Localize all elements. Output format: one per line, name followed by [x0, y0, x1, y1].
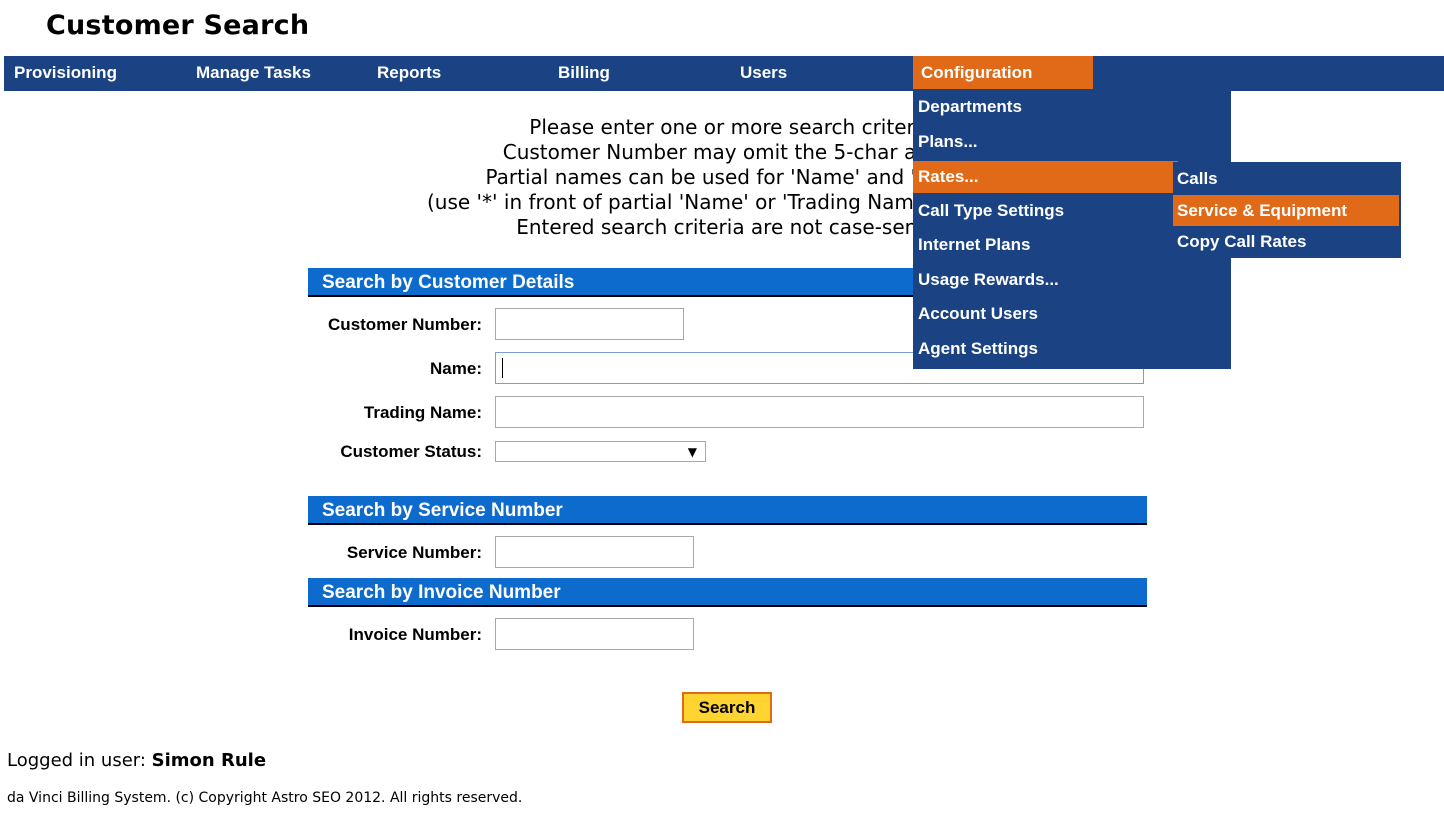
menu-item-departments[interactable]: Departments: [913, 91, 1178, 123]
menu-item-usage-rewards[interactable]: Usage Rewards...: [913, 264, 1178, 296]
copyright-notice: da Vinci Billing System. (c) Copyright A…: [7, 790, 523, 806]
trading-name-label: Trading Name:: [363, 403, 482, 422]
invoice-number-header: Search by Invoice Number: [308, 578, 1147, 607]
nav-users[interactable]: Users: [732, 56, 795, 89]
submenu-item-copy-call-rates[interactable]: Copy Call Rates: [1173, 226, 1399, 257]
menu-item-rates[interactable]: Rates...: [913, 161, 1178, 193]
search-button[interactable]: Search: [682, 692, 772, 723]
invoice-number-input[interactable]: [495, 618, 694, 650]
menu-item-plans[interactable]: Plans...: [913, 126, 1178, 158]
menu-item-account-users[interactable]: Account Users: [913, 298, 1178, 330]
user-name: Simon Rule: [151, 750, 267, 771]
logged-in-user: Logged in user: Simon Rule: [7, 750, 266, 771]
nav-billing[interactable]: Billing: [550, 56, 618, 89]
menu-item-internet-plans[interactable]: Internet Plans: [913, 229, 1178, 261]
logged-in-label: Logged in user:: [7, 750, 152, 771]
nav-provisioning[interactable]: Provisioning: [6, 56, 125, 89]
invoice-number-label: Invoice Number:: [348, 625, 482, 644]
customer-status-label: Customer Status:: [340, 442, 482, 461]
submenu-item-service-equipment[interactable]: Service & Equipment: [1173, 195, 1399, 226]
submenu-item-calls[interactable]: Calls: [1173, 163, 1399, 194]
customer-status-select[interactable]: ▼: [495, 441, 706, 462]
service-number-header: Search by Service Number: [308, 496, 1147, 525]
menu-item-call-type-settings[interactable]: Call Type Settings: [913, 195, 1178, 227]
customer-number-input[interactable]: [495, 308, 684, 340]
customer-number-label: Customer Number:: [328, 315, 482, 334]
name-label: Name:: [430, 359, 482, 378]
menu-item-agent-settings[interactable]: Agent Settings: [913, 333, 1178, 365]
service-number-label: Service Number:: [346, 543, 482, 562]
nav-manage-tasks[interactable]: Manage Tasks: [188, 56, 319, 89]
nav-reports[interactable]: Reports: [369, 56, 449, 89]
page-title: Customer Search: [46, 10, 310, 41]
rates-submenu: Calls Service & Equipment Copy Call Rate…: [1173, 162, 1401, 258]
nav-configuration[interactable]: Configuration: [913, 56, 1093, 89]
main-navbar: Provisioning Manage Tasks Reports Billin…: [4, 56, 1444, 91]
service-number-input[interactable]: [495, 536, 694, 568]
dropdown-arrow-icon: ▼: [687, 445, 697, 459]
text-caret: [502, 358, 503, 378]
trading-name-input[interactable]: [495, 396, 1144, 428]
